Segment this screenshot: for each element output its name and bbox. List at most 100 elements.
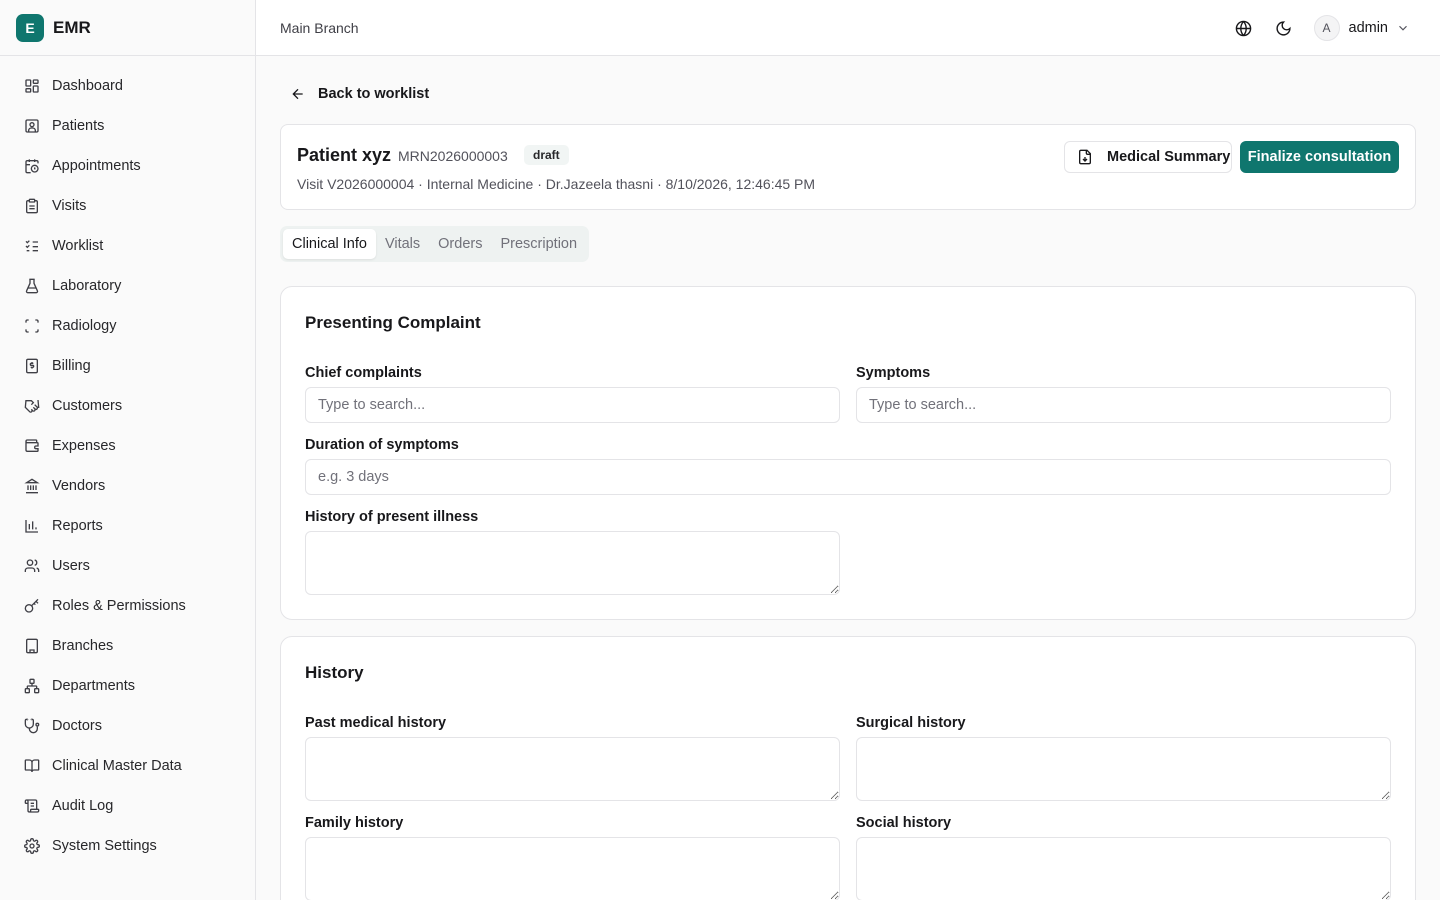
symptoms-input[interactable] [856,387,1391,423]
back-to-worklist-link[interactable]: Back to worklist [290,86,429,102]
clipboard-icon [26,198,38,214]
sidebar-item-expenses[interactable]: Expenses [8,426,248,466]
sidebar-item-label: Departments [52,678,136,694]
wallet-icon [25,439,39,452]
past-medical-history-textarea[interactable] [305,737,840,801]
hpi-textarea[interactable] [305,531,840,595]
chief-complaints-input[interactable] [305,387,840,423]
social-history-label: Social history [856,815,952,831]
bar-chart-icon [25,520,38,533]
sidebar-item-vendors[interactable]: Vendors [8,466,248,506]
tab-list: Clinical Info Vitals Orders Prescription [280,226,590,262]
history-card: History Past medical history Surgical hi… [280,636,1416,900]
brand-logo: E [16,13,44,42]
family-history-textarea[interactable] [305,837,840,900]
sidebar-item-customers[interactable]: Customers [8,386,248,426]
sidebar-item-label: Vendors [52,478,106,494]
tab-prescription[interactable]: Prescription [491,229,586,259]
medical-summary-button[interactable]: Medical Summary [1064,141,1232,173]
sidebar-item-label: Branches [52,638,114,654]
calendar-clock-icon [25,159,39,174]
sidebar-item-worklist[interactable]: Worklist [8,226,248,266]
sidebar-item-departments[interactable]: Departments [8,666,248,706]
sidebar-item-patients[interactable]: Patients [8,106,248,146]
sidebar-item-label: Appointments [52,158,141,174]
chevron-down-icon [1399,25,1407,31]
sidebar-item-system-settings[interactable]: System Settings [8,826,248,866]
bank-icon [24,478,40,494]
finalize-consultation-button[interactable]: Finalize consultation [1240,141,1399,173]
sidebar-item-doctors[interactable]: Doctors [8,706,248,746]
sidebar-item-dashboard[interactable]: Dashboard [8,66,248,106]
sidebar-item-label: Visits [52,198,87,214]
sidebar-item-label: Billing [52,358,91,374]
theme-toggle-button[interactable] [1268,12,1300,44]
sidebar-item-visits[interactable]: Visits [8,186,248,226]
sidebar-item-appointments[interactable]: Appointments [8,146,248,186]
branch-name: Main Branch [280,19,359,36]
sidebar-item-laboratory[interactable]: Laboratory [8,266,248,306]
book-icon [24,759,40,773]
sidebar-item-billing[interactable]: Billing [8,346,248,386]
surgical-history-textarea[interactable] [856,737,1391,801]
patient-header-card: Patient xyz MRN2026000003 draft Visit V2… [280,124,1416,210]
medical-summary-label: Medical Summary [1107,149,1231,165]
section-title: Presenting Complaint [305,313,481,332]
sidebar-item-label: Radiology [52,318,117,334]
tab-vitals[interactable]: Vitals [376,229,429,259]
sidebar: E EMR Dashboard Patients Appointments Vi… [0,0,256,900]
sidebar-item-label: Users [52,558,90,574]
hpi-label: History of present illness [305,509,479,525]
chief-complaints-label: Chief complaints [305,365,422,381]
file-download-icon [1079,149,1091,165]
social-history-textarea[interactable] [856,837,1391,900]
main-content: Back to worklist Patient xyz MRN20260000… [256,56,1440,900]
stethoscope-icon [24,718,40,734]
user-name: admin [1348,20,1389,36]
language-button[interactable] [1228,12,1260,44]
sidebar-item-users[interactable]: Users [8,546,248,586]
sidebar-item-branches[interactable]: Branches [8,626,248,666]
sidebar-item-label: Laboratory [52,278,122,294]
sidebar-item-audit-log[interactable]: Audit Log [8,786,248,826]
scroll-icon [24,799,40,813]
users-icon [24,559,40,572]
sidebar-item-label: Expenses [52,438,116,454]
globe-icon [1235,20,1252,36]
key-icon [24,598,39,613]
tab-clinical-info[interactable]: Clinical Info [283,229,376,259]
sidebar-item-label: Audit Log [52,798,114,814]
sidebar-item-label: Doctors [52,718,102,734]
duration-input[interactable] [305,459,1391,495]
sidebar-item-label: Customers [52,398,123,414]
sidebar-item-label: Clinical Master Data [52,758,182,774]
visit-details: Visit V2026000004 · Internal Medicine · … [297,176,816,192]
brand[interactable]: E EMR [0,0,255,56]
symptoms-label: Symptoms [856,365,931,381]
user-menu[interactable]: A admin [1313,15,1411,41]
handshake-icon [24,399,40,413]
surgical-history-label: Surgical history [856,715,966,731]
flask-icon [25,278,39,294]
sidebar-item-label: Reports [52,518,103,534]
section-title: History [305,663,364,682]
sidebar-item-label: Roles & Permissions [52,598,186,614]
status-badge: draft [524,145,569,165]
dashboard-icon [25,79,39,93]
brand-name: EMR [53,17,91,37]
sidebar-item-reports[interactable]: Reports [8,506,248,546]
top-header: Main Branch A admin [256,0,1440,56]
tab-orders[interactable]: Orders [429,229,491,259]
sidebar-item-radiology[interactable]: Radiology [8,306,248,346]
past-medical-history-label: Past medical history [305,715,447,731]
gear-icon [24,838,40,854]
duration-label: Duration of symptoms [305,437,459,453]
arrow-left-icon [292,88,303,100]
sidebar-item-clinical-master-data[interactable]: Clinical Master Data [8,746,248,786]
scan-icon [25,319,39,333]
sidebar-item-roles-permissions[interactable]: Roles & Permissions [8,586,248,626]
network-icon [24,678,40,694]
patient-mrn: MRN2026000003 [398,148,508,164]
sidebar-item-label: Worklist [52,238,104,254]
moon-icon [1276,20,1291,36]
